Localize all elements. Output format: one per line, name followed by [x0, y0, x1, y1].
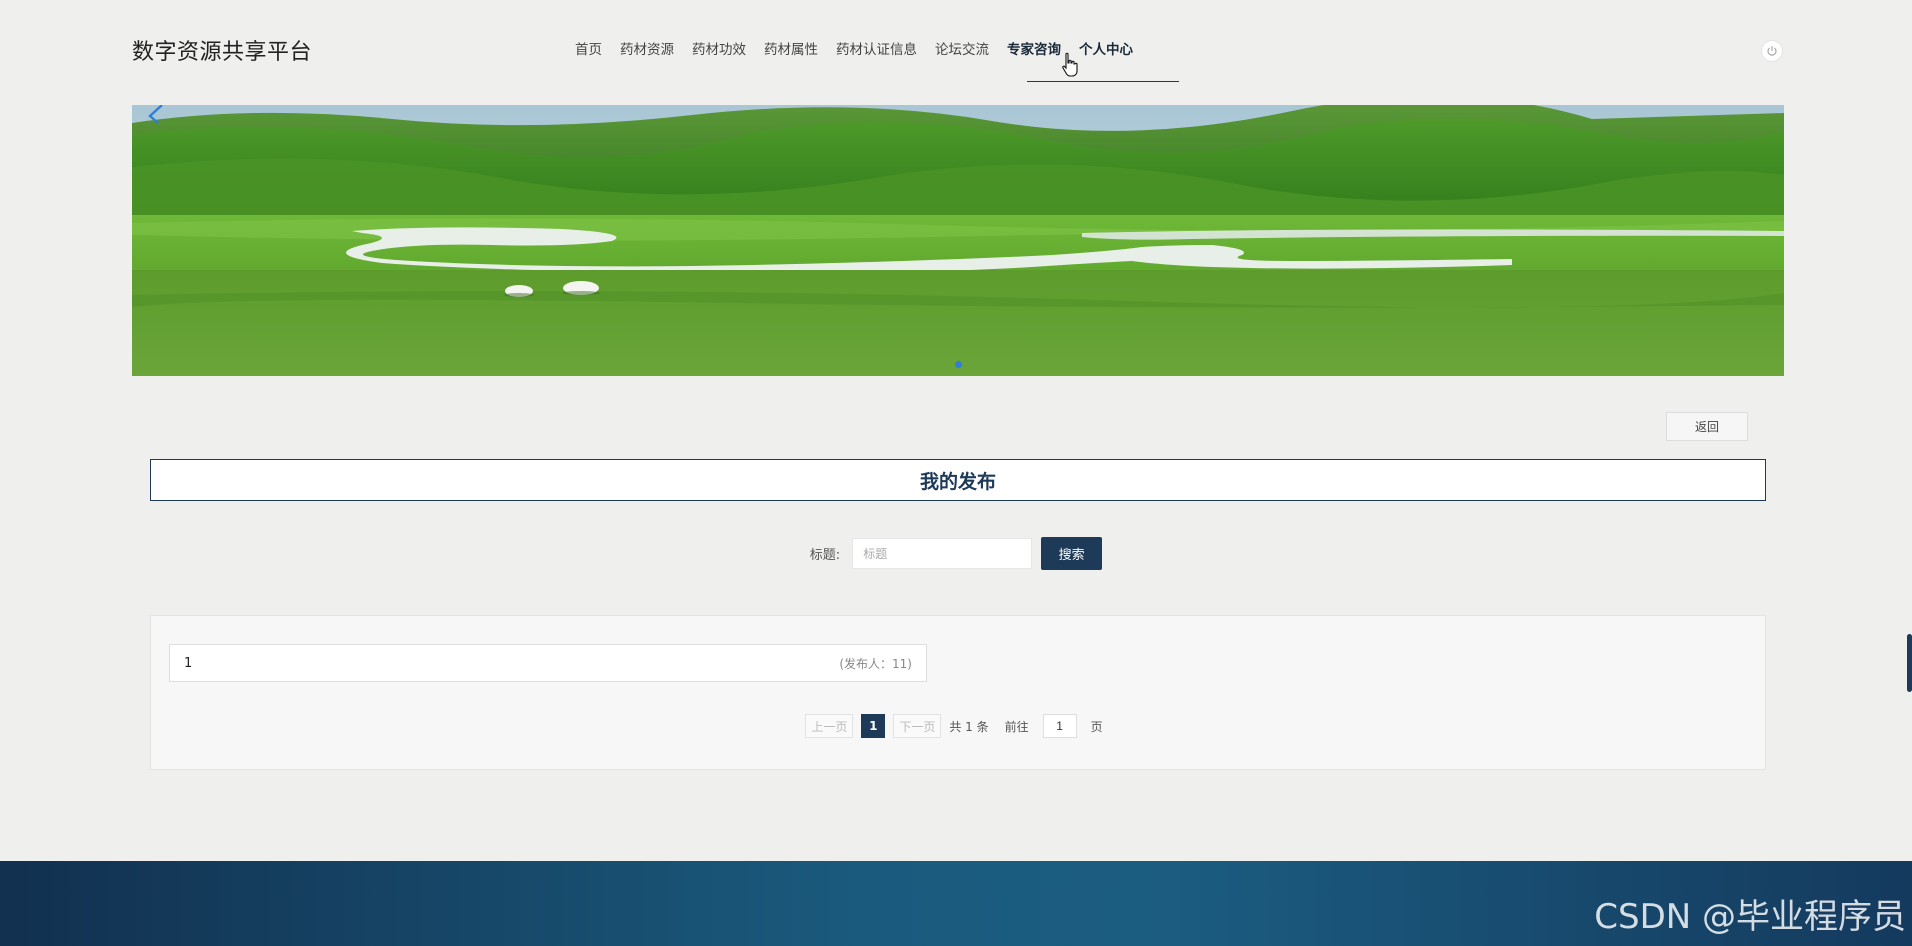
site-brand[interactable]: 数字资源共享平台 [132, 34, 312, 66]
main-nav: 首页 药材资源 药材功效 药材属性 药材认证信息 论坛交流 专家咨询 个人中心 [575, 40, 1151, 60]
nav-active-underline [1027, 81, 1179, 82]
item-title: 1 [184, 655, 193, 671]
goto-label: 前往 [1004, 719, 1029, 734]
nav-item-herb-efficacy[interactable]: 药材功效 [692, 40, 746, 60]
power-icon [1767, 45, 1777, 56]
logout-button[interactable] [1761, 40, 1783, 62]
banner-carousel[interactable] [132, 105, 1784, 376]
banner-landscape-image [132, 105, 1784, 376]
chevron-left-icon[interactable] [144, 105, 168, 127]
title-search-input[interactable] [852, 538, 1033, 569]
nav-item-herb-certification[interactable]: 药材认证信息 [836, 40, 917, 60]
page-number-current[interactable]: 1 [861, 714, 886, 738]
site-footer: CSDN @毕业程序员 [0, 861, 1912, 946]
carousel-dot[interactable] [955, 361, 962, 368]
nav-item-home[interactable]: 首页 [575, 40, 602, 60]
section-title: 我的发布 [150, 459, 1766, 501]
watermark-text: CSDN @毕业程序员 [1594, 897, 1906, 937]
nav-item-personal-center[interactable]: 个人中心 [1079, 40, 1133, 60]
search-label: 标题: [809, 548, 841, 563]
search-button[interactable]: 搜索 [1041, 537, 1103, 570]
publication-list-panel: 1 (发布人：11) 上一页 1 下一页 共 1 条 前往 页 [150, 615, 1766, 770]
prev-page-button[interactable]: 上一页 [805, 714, 854, 738]
nav-item-expert-consult[interactable]: 专家咨询 [1007, 40, 1061, 60]
nav-item-herb-resources[interactable]: 药材资源 [620, 40, 674, 60]
nav-item-herb-properties[interactable]: 药材属性 [764, 40, 818, 60]
goto-page-input[interactable] [1042, 714, 1077, 738]
total-count: 共 1 条 [949, 719, 989, 734]
pagination: 上一页 1 下一页 共 1 条 前往 页 [151, 714, 1765, 738]
back-button[interactable]: 返回 [1666, 412, 1748, 441]
search-bar: 标题: 搜索 [0, 537, 1912, 570]
list-item[interactable]: 1 (发布人：11) [169, 644, 927, 682]
site-header: 数字资源共享平台 首页 药材资源 药材功效 药材属性 药材认证信息 论坛交流 专… [0, 0, 1912, 100]
nav-item-forum[interactable]: 论坛交流 [935, 40, 989, 60]
scrollbar-thumb[interactable] [1907, 634, 1912, 692]
page-unit: 页 [1090, 719, 1103, 734]
next-page-button[interactable]: 下一页 [893, 714, 942, 738]
item-publisher: (发布人：11) [839, 656, 912, 671]
